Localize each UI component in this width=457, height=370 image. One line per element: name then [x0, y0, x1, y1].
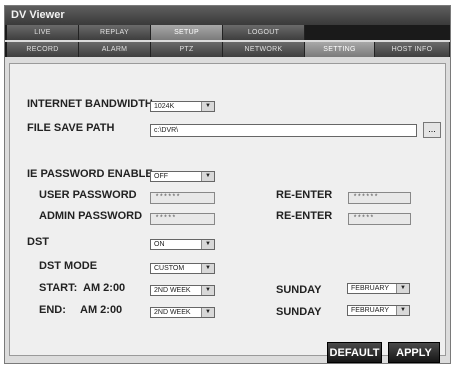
internet-bandwidth-select[interactable]: 1024K ▼ — [150, 101, 215, 112]
chevron-down-icon: ▼ — [201, 308, 214, 317]
dst-label: DST — [27, 236, 49, 248]
sub-tab-bar: RECORD ALARM PTZ NETWORK SETTING HOST IN… — [5, 42, 450, 57]
subtab-setting[interactable]: SETTING — [305, 42, 375, 57]
dst-mode-value: CUSTOM — [154, 265, 185, 272]
tab-live[interactable]: LIVE — [7, 25, 79, 40]
apply-button[interactable]: APPLY — [388, 342, 440, 363]
user-password-field[interactable]: ****** — [150, 192, 215, 204]
dst-value: ON — [154, 241, 165, 248]
default-button[interactable]: DEFAULT — [327, 342, 382, 363]
settings-panel: INTERNET BANDWIDTH 1024K ▼ FILE SAVE PAT… — [9, 63, 446, 363]
file-save-path-label: FILE SAVE PATH — [27, 122, 115, 134]
start-week-value: 2ND WEEK — [154, 287, 191, 294]
dst-select[interactable]: ON ▼ — [150, 239, 215, 250]
window-title: DV Viewer — [11, 9, 65, 21]
chevron-down-icon: ▼ — [201, 102, 214, 111]
end-week-value: 2ND WEEK — [154, 309, 191, 316]
start-time: AM 2:00 — [83, 282, 126, 294]
chevron-down-icon: ▼ — [201, 264, 214, 273]
end-time: AM 2:00 — [80, 304, 123, 316]
subtab-alarm[interactable]: ALARM — [79, 42, 151, 57]
admin-reenter-label: RE-ENTER — [276, 210, 333, 222]
file-save-path-field[interactable]: c:\DVR\ — [150, 124, 417, 137]
main-tab-bar: LIVE REPLAY SETUP LOGOUT — [5, 25, 450, 40]
start-week-select[interactable]: 2ND WEEK ▼ — [150, 285, 215, 296]
dst-mode-select[interactable]: CUSTOM ▼ — [150, 263, 215, 274]
chevron-down-icon: ▼ — [201, 240, 214, 249]
dst-mode-label: DST MODE — [39, 260, 98, 272]
start-day: SUNDAY — [276, 284, 322, 296]
subtab-ptz[interactable]: PTZ — [151, 42, 223, 57]
internet-bandwidth-value: 1024K — [154, 103, 175, 110]
end-month-select[interactable]: FEBRUARY ▼ — [347, 305, 410, 316]
end-month-value: FEBRUARY — [351, 307, 389, 314]
ie-password-enable-select[interactable]: OFF ▼ — [150, 171, 215, 182]
tab-replay[interactable]: REPLAY — [79, 25, 151, 40]
user-password-label: USER PASSWORD — [39, 189, 137, 201]
internet-bandwidth-label: INTERNET BANDWIDTH — [27, 98, 153, 110]
end-day: SUNDAY — [276, 306, 322, 318]
ie-password-enable-value: OFF — [154, 173, 168, 180]
subtab-host-info[interactable]: HOST INFO — [375, 42, 450, 57]
browse-button[interactable]: ... — [423, 122, 441, 138]
chevron-down-icon: ▼ — [201, 172, 214, 181]
dv-viewer-window: DV Viewer LIVE REPLAY SETUP LOGOUT RECOR… — [4, 5, 451, 364]
start-month-value: FEBRUARY — [351, 285, 389, 292]
subtab-network[interactable]: NETWORK — [223, 42, 305, 57]
chevron-down-icon: ▼ — [396, 284, 409, 293]
end-week-select[interactable]: 2ND WEEK ▼ — [150, 307, 215, 318]
tab-logout[interactable]: LOGOUT — [223, 25, 305, 40]
subtab-record[interactable]: RECORD — [7, 42, 79, 57]
admin-password-label: ADMIN PASSWORD — [39, 210, 143, 222]
title-bar: DV Viewer — [5, 6, 450, 25]
user-reenter-field[interactable]: ****** — [348, 192, 411, 204]
tab-setup[interactable]: SETUP — [151, 25, 223, 40]
chevron-down-icon: ▼ — [201, 286, 214, 295]
start-label: START: — [39, 282, 78, 294]
admin-reenter-field[interactable]: ***** — [348, 213, 411, 225]
ie-password-enable-label: IE PASSWORD ENABLE — [27, 168, 153, 180]
user-reenter-label: RE-ENTER — [276, 189, 333, 201]
start-month-select[interactable]: FEBRUARY ▼ — [347, 283, 410, 294]
chevron-down-icon: ▼ — [396, 306, 409, 315]
end-label: END: — [39, 304, 66, 316]
admin-password-field[interactable]: ***** — [150, 213, 215, 225]
